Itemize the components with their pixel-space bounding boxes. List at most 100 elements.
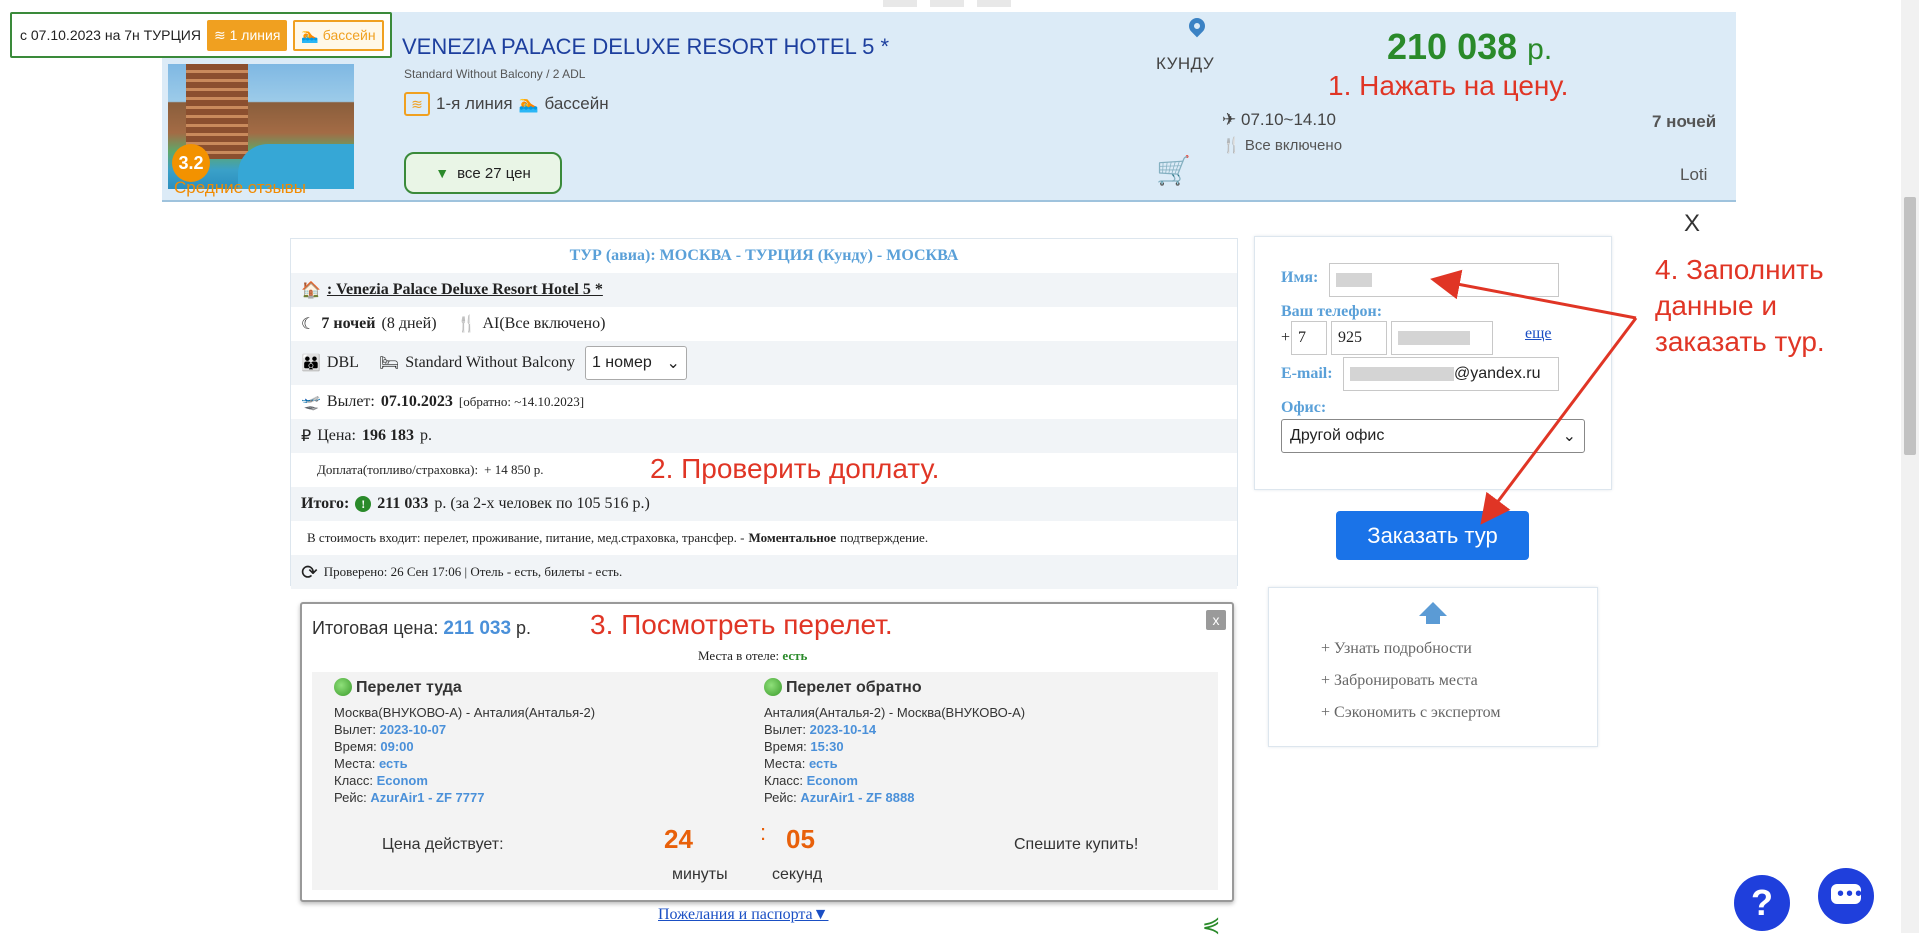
bed-icon: 🛏 — [378, 355, 400, 372]
tour-meal: AI(Все включено) — [482, 315, 606, 332]
annotation-4-line2: данные и — [1655, 290, 1777, 321]
tour-nights: 7 ночей — [321, 315, 376, 332]
chat-button[interactable]: ••• — [1818, 868, 1874, 924]
email-blur — [1350, 367, 1454, 381]
room-subtitle: Standard Without Balcony / 2 ADL — [404, 67, 586, 81]
departure-label: Вылет: — [326, 393, 375, 410]
more-phone-link[interactable]: еще — [1525, 325, 1552, 343]
there-time-value: 09:00 — [380, 739, 414, 754]
hotel-seats-value: есть — [782, 648, 808, 663]
back-seats-label: Места: — [764, 756, 806, 771]
tour-room-row: 👪 DBL 🛏 Standard Without Balcony 1 номер… — [291, 341, 1237, 385]
order-tour-button[interactable]: Заказать тур — [1336, 511, 1529, 560]
tour-nights-row: ☾ 7 ночей (8 дней) 🍴 AI(Все включено) — [291, 307, 1237, 341]
tour-departure-row: 🛫 Вылет: 07.10.2023 [обратно: ~14.10.202… — [291, 385, 1237, 419]
refresh-icon[interactable]: ⟳ — [301, 560, 318, 585]
phone-country-input[interactable]: 7 — [1291, 321, 1327, 355]
tour-room-type: Standard Without Balcony — [405, 354, 575, 371]
info-box: + Узнать подробности + Забронировать мес… — [1268, 587, 1598, 747]
close-button[interactable]: X — [1684, 210, 1700, 238]
room-count-value: 1 номер — [591, 354, 652, 371]
tour-days: (8 дней) — [381, 315, 437, 332]
fork-knife-icon: 🍴 — [456, 316, 477, 333]
hotel-features: ≋ 1-я линия 🏊 бассейн — [404, 92, 609, 116]
info-item-1[interactable]: + Узнать подробности — [1321, 640, 1472, 658]
line-chip: ≋ 1 линия — [206, 19, 288, 51]
flight-total-label: Итоговая цена: — [312, 618, 439, 638]
flight-close-button[interactable]: x — [1206, 610, 1226, 630]
price-link[interactable]: 210 038 р. — [1387, 26, 1552, 68]
scrollbar-thumb[interactable] — [1904, 197, 1916, 455]
surcharge-label: Доплата(топливо/страховка): — [317, 462, 479, 477]
back-time-label: Время: — [764, 739, 807, 754]
price-currency: р. — [419, 427, 432, 444]
tour-header: ТУР (авиа): МОСКВА - ТУРЦИЯ (Кунду) - МО… — [569, 247, 959, 264]
info-icon[interactable]: ! — [355, 496, 372, 512]
share-icon[interactable]: ⋞ — [1202, 912, 1220, 938]
back-class-value: Econom — [806, 773, 858, 788]
map-pin-icon[interactable] — [1185, 14, 1209, 38]
price-value: 196 183 — [361, 427, 414, 444]
wishes-link[interactable]: Пожелания и паспорта▼ — [658, 906, 828, 924]
back-flight-label: Рейс: — [764, 790, 797, 805]
price-label: Цена: — [317, 427, 356, 444]
line-label: 1-я линия — [436, 94, 513, 113]
triangle-down-icon: ▼ — [435, 165, 450, 181]
plane-icon: 🛫 — [301, 394, 321, 411]
back-dep-label: Вылет: — [764, 722, 806, 737]
fork-knife-icon: 🍴 — [1222, 137, 1241, 154]
valid-label: Цена действует: — [382, 836, 504, 853]
tour-includes-row: В стоимость входит: перелет, проживание,… — [291, 521, 1237, 555]
phone-code: 7 — [1298, 329, 1306, 346]
phone-label: Ваш телефон: — [1281, 303, 1383, 320]
hurry-label: Спешите купить! — [1014, 836, 1139, 853]
all-prices-button[interactable]: ▼ все 27 цен — [404, 152, 562, 194]
help-button[interactable]: ? — [1734, 875, 1790, 931]
name-input[interactable] — [1329, 263, 1559, 297]
flight-total-value: 211 033 — [443, 618, 512, 639]
flight-total: Итоговая цена: 211 033 р. — [312, 618, 531, 640]
phone-plus: + — [1281, 329, 1291, 346]
timer-separator: : — [760, 820, 767, 845]
tour-price-row: ₽ Цена: 196 183 р. — [291, 419, 1237, 453]
ruble-icon: ₽ — [301, 428, 312, 445]
home-icon: 🏠 — [301, 282, 321, 299]
chevron-down-icon: ⌄ — [666, 355, 680, 372]
reviews-label: Средние отзывы — [174, 178, 306, 197]
flight-there: Перелет туда Москва(ВНУКОВО-А) - Анталия… — [334, 672, 595, 806]
room-count-select[interactable]: 1 номер ⌄ — [584, 346, 687, 380]
globe-icon — [764, 678, 782, 696]
email-input[interactable]: @yandex.ru — [1343, 357, 1559, 391]
pool-chip: 🏊 бассейн — [293, 19, 384, 51]
cart-icon[interactable]: 🛒 — [1156, 154, 1191, 187]
back-flight-value: AzurAir1 - ZF 8888 — [800, 790, 915, 805]
includes-tail: подтверждение. — [840, 530, 929, 545]
tour-accommodation: DBL — [326, 354, 359, 371]
pool-chip-label: бассейн — [322, 26, 376, 43]
return-info: [обратно: ~14.10.2023] — [458, 394, 585, 409]
flight-back: Перелет обратно Анталия(Анталья-2) - Мос… — [764, 672, 1025, 806]
page-scrollbar[interactable] — [1901, 0, 1919, 933]
office-select[interactable]: Другой офис ⌄ — [1281, 419, 1585, 453]
there-class-value: Econom — [376, 773, 428, 788]
phone-number-input[interactable] — [1391, 321, 1493, 355]
info-item-3[interactable]: + Сэкономить с экспертом — [1321, 704, 1500, 722]
tooltip-text: с 07.10.2023 на 7н ТУРЦИЯ — [20, 27, 201, 43]
back-class-label: Класс: — [764, 773, 803, 788]
line-chip-label: 1 линия — [229, 26, 281, 43]
phone-area-input[interactable]: 925 — [1331, 321, 1387, 355]
info-item-2[interactable]: + Забронировать места — [1321, 672, 1478, 690]
timer-seconds: 05 — [786, 824, 815, 854]
total-label: Итого: — [301, 495, 350, 512]
tour-hotel-link[interactable]: : Venezia Palace Deluxe Resort Hotel 5 * — [327, 281, 603, 299]
arrow-up-stem — [1426, 615, 1440, 624]
tour-tooltip: с 07.10.2023 на 7н ТУРЦИЯ ≋ 1 линия 🏊 ба… — [10, 12, 392, 58]
total-value: 211 033 — [377, 495, 429, 512]
checked-text: Проверено: 26 Сен 17:06 | Отель - есть, … — [323, 564, 623, 579]
price-currency: р. — [1527, 33, 1553, 66]
back-title: Перелет обратно — [786, 678, 922, 696]
hotel-title[interactable]: VENEZIA PALACE DELUXE RESORT HOTEL 5 * — [402, 34, 889, 60]
office-value: Другой офис — [1290, 427, 1385, 444]
email-label: E-mail: — [1281, 365, 1333, 382]
minutes-label: минуты — [672, 866, 728, 883]
